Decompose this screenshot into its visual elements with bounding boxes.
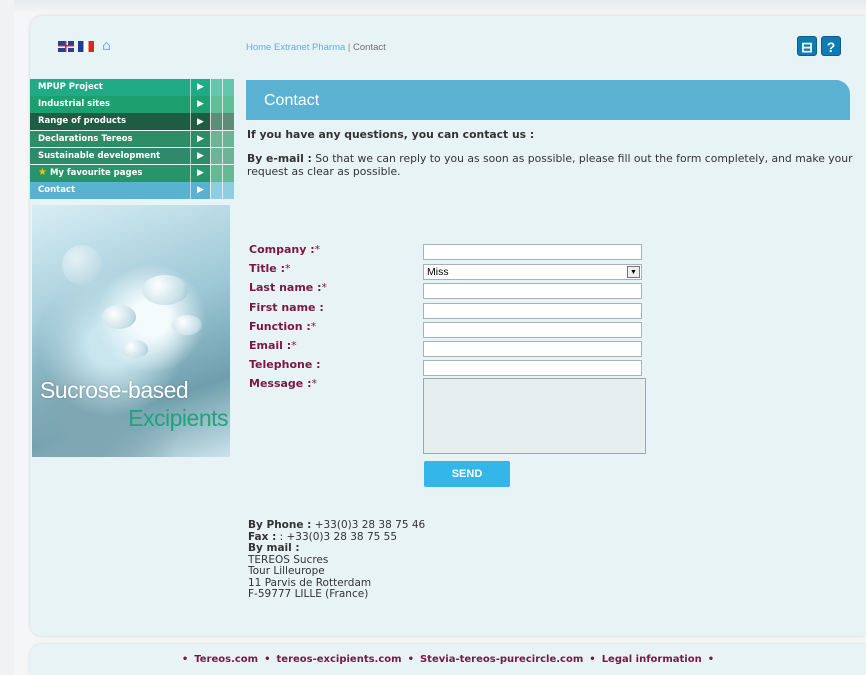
bullet: • — [707, 654, 715, 665]
pill-shape — [102, 305, 136, 329]
message-field[interactable] — [423, 378, 646, 454]
arrow-right-icon: ▶ — [190, 164, 210, 182]
phone-label: By Phone : — [248, 519, 312, 531]
home-icon[interactable]: ⌂ — [102, 39, 118, 53]
nav-tail — [210, 147, 234, 165]
bullet: • — [181, 654, 189, 665]
chevron-down-icon[interactable]: ▼ — [627, 266, 640, 278]
function-label: Function :* — [249, 320, 317, 333]
sidebar-item-declarations[interactable]: Declarations Tereos ▶ — [30, 130, 234, 148]
sidebar-item-contact[interactable]: Contact ▶ — [30, 182, 234, 199]
sidebar-item-favourite-pages[interactable]: ★ My favourite pages ▶ — [30, 164, 234, 182]
nav-tail — [210, 96, 234, 113]
footer-link-stevia[interactable]: Stevia-tereos-purecircle.com — [420, 654, 583, 665]
sidebar-item-label: ★ My favourite pages — [30, 164, 190, 182]
sidebar-item-label: Contact — [30, 182, 190, 199]
email-label: Email :* — [249, 339, 297, 352]
nav-tail — [210, 164, 234, 182]
bullet: • — [589, 654, 596, 665]
help-icon[interactable]: ? — [821, 36, 841, 56]
arrow-right-icon: ▶ — [190, 147, 210, 165]
address-line: F-59777 LILLE (France) — [248, 588, 369, 600]
arrow-right-icon: ▶ — [190, 113, 210, 130]
telephone-field[interactable] — [423, 360, 642, 376]
company-label: Company :* — [249, 243, 321, 256]
company-field[interactable] — [423, 244, 642, 260]
nav-tail — [210, 182, 234, 199]
arrow-right-icon: ▶ — [190, 182, 210, 199]
breadcrumb-separator: | — [347, 42, 351, 53]
phone-value: +33(0)3 28 38 75 46 — [314, 519, 426, 531]
intro-text: If you have any questions, you can conta… — [247, 128, 853, 189]
sidebar-item-mpup-project[interactable]: MPUP Project ▶ — [30, 79, 234, 96]
promo-title-line2: Excipients — [128, 405, 228, 431]
breadcrumb-current: Contact — [353, 42, 386, 53]
breadcrumb: Home Extranet Pharma | Contact — [246, 42, 386, 53]
nav-tail — [210, 79, 234, 96]
title-label: Title :* — [249, 262, 291, 275]
content-header: Contact — [246, 80, 850, 120]
fax-value: : +33(0)3 28 38 75 55 — [279, 530, 398, 543]
telephone-label: Telephone : — [249, 358, 321, 371]
arrow-right-icon: ▶ — [190, 96, 210, 113]
window-left-edge — [0, 0, 14, 675]
language-bar: ⌂ — [58, 39, 118, 53]
firstname-field[interactable] — [423, 303, 642, 319]
arrow-right-icon: ▶ — [190, 79, 210, 96]
address-line: Tour Lilleurope — [248, 565, 325, 577]
sidebar-item-label: Sustainable development — [30, 147, 190, 165]
breadcrumb-home-link[interactable]: Home Extranet Pharma — [246, 42, 345, 53]
title-select-value: Miss — [427, 266, 449, 278]
promo-image: Sucrose-based Excipients — [32, 205, 230, 457]
arrow-right-icon: ▶ — [190, 130, 210, 148]
pill-shape — [122, 340, 148, 358]
sidebar-nav: MPUP Project ▶ Industrial sites ▶ Range … — [30, 79, 234, 199]
sidebar-item-label: Range of products — [30, 113, 190, 130]
send-button[interactable]: SEND — [424, 461, 510, 487]
star-icon: ★ — [38, 166, 47, 178]
bullet: • — [264, 654, 271, 665]
nav-tail — [210, 113, 234, 130]
uk-flag-icon[interactable] — [58, 40, 74, 52]
sidebar-item-industrial-sites[interactable]: Industrial sites ▶ — [30, 96, 234, 113]
footer-link-tereos[interactable]: Tereos.com — [194, 654, 258, 665]
contact-info: By Phone : +33(0)3 28 38 75 46 Fax : : +… — [248, 519, 426, 601]
footer: • Tereos.com • tereos-excipients.com • S… — [30, 644, 866, 675]
lastname-field[interactable] — [423, 283, 642, 299]
firstname-label: First name : — [249, 301, 324, 314]
header-tools: ⊟ ? — [797, 36, 841, 56]
sidebar-item-label: MPUP Project — [30, 79, 190, 96]
message-label: Message :* — [249, 377, 317, 390]
page-title: Contact — [264, 92, 320, 109]
email-field[interactable] — [423, 341, 642, 357]
window-top-edge — [14, 0, 866, 14]
basket-icon[interactable]: ⊟ — [797, 36, 817, 56]
fax-label: Fax : — [248, 530, 277, 543]
email-intro-text: So that we can reply to you as soon as p… — [247, 152, 853, 178]
favourite-label: My favourite pages — [49, 167, 143, 178]
sidebar-item-range-of-products[interactable]: Range of products ▶ — [30, 113, 234, 130]
sidebar-item-label: Industrial sites — [30, 96, 190, 113]
sidebar-item-sustainable-development[interactable]: Sustainable development ▶ — [30, 147, 234, 165]
lastname-label: Last name :* — [249, 281, 327, 294]
footer-link-excipients[interactable]: tereos-excipients.com — [277, 654, 402, 665]
footer-link-legal[interactable]: Legal information — [602, 654, 702, 665]
title-select[interactable]: Miss ▼ — [423, 264, 642, 280]
pill-shape — [172, 315, 202, 335]
email-intro-label: By e-mail : — [247, 152, 312, 165]
nav-tail — [210, 130, 234, 148]
pill-shape — [62, 245, 102, 285]
mail-label: By mail : — [248, 542, 300, 554]
intro-question: If you have any questions, you can conta… — [247, 128, 535, 141]
pill-shape — [142, 275, 188, 305]
bullet: • — [407, 654, 414, 665]
promo-title-line1: Sucrose-based — [40, 377, 189, 403]
sidebar-item-label: Declarations Tereos — [30, 130, 190, 148]
fr-flag-icon[interactable] — [78, 40, 94, 52]
function-field[interactable] — [423, 322, 642, 338]
